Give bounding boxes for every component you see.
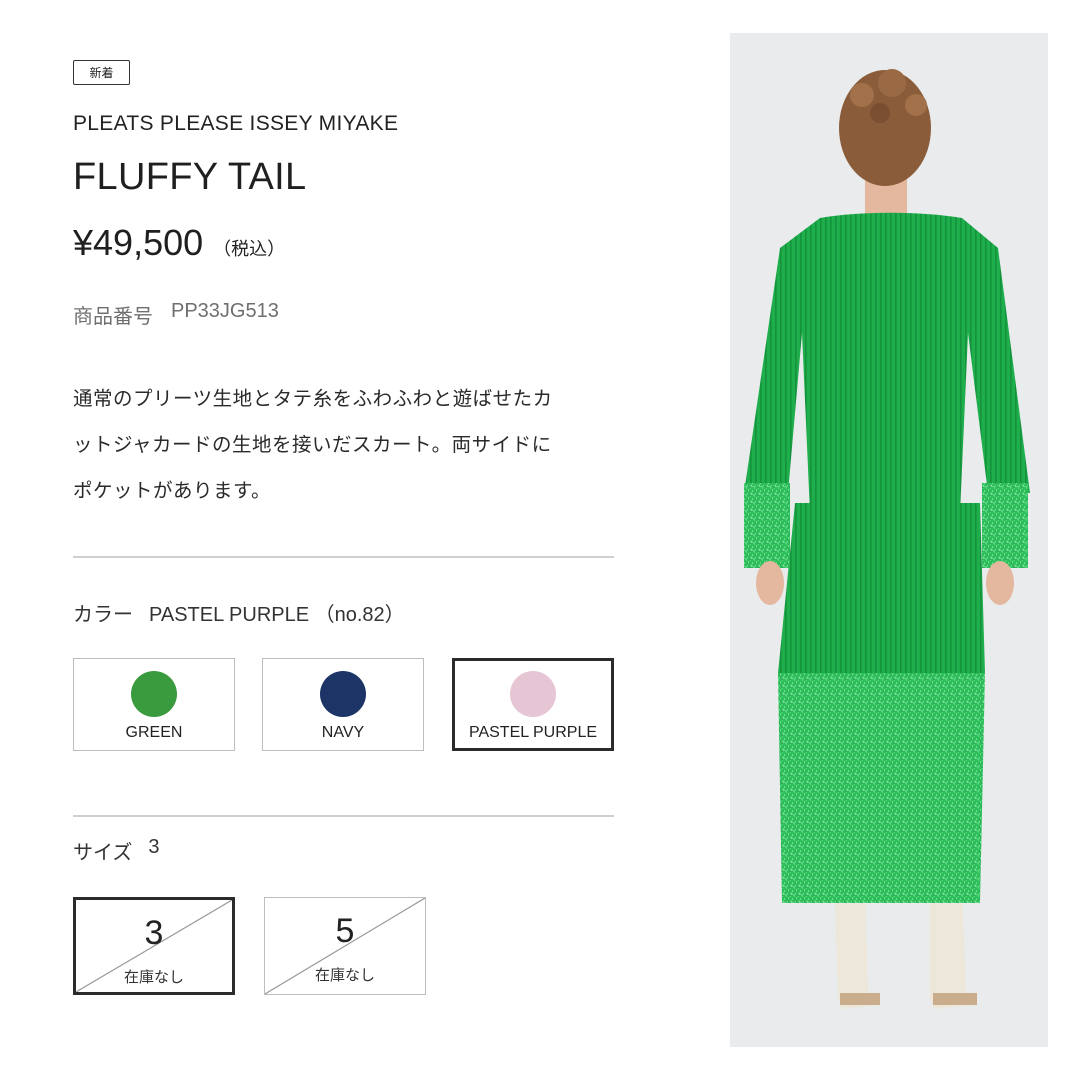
price-value: ¥49,500: [73, 222, 204, 263]
product-number: 商品番号 PP33JG513: [73, 300, 279, 329]
product-number-value: PP33JG513: [171, 300, 279, 322]
description-line: 通常のプリーツ生地とタテ糸をふわふわと遊ばせたカ: [73, 387, 553, 410]
selected-color: PASTEL PURPLE （no.82）: [149, 604, 405, 626]
stock-status: 在庫なし: [123, 968, 184, 986]
product-number-label: 商品番号: [73, 304, 153, 328]
color-option-green[interactable]: GREEN: [73, 658, 235, 751]
color-dot: [131, 671, 177, 717]
brand-name[interactable]: PLEATS PLEASE ISSEY MIYAKE: [73, 112, 398, 136]
price-tax-label: （税込）: [213, 239, 286, 260]
color-option-pastel-purple[interactable]: PASTEL PURPLE: [452, 658, 614, 751]
color-option-label: PASTEL PURPLE: [468, 724, 598, 741]
new-arrival-badge: 新着: [73, 60, 130, 85]
description-line: ットジャカードの生地を接いだスカート。両サイドに: [73, 433, 552, 456]
divider: [73, 815, 614, 817]
product-description: 通常のプリーツ生地とタテ糸をふわふわと遊ばせたカ ットジャカードの生地を接いだス…: [73, 376, 618, 514]
product-title: FLUFFY TAIL: [73, 156, 307, 198]
size-value: 5: [335, 912, 355, 950]
price: ¥49,500 （税込）: [73, 222, 285, 264]
model-image: [744, 69, 1030, 1009]
product-photo[interactable]: [730, 33, 1048, 1047]
color-option-label: NAVY: [321, 724, 365, 741]
color-option-navy[interactable]: NAVY: [262, 658, 424, 751]
color-label: カラー: [73, 602, 133, 626]
size-heading: サイズ 3: [73, 836, 160, 865]
size-option-5[interactable]: 5 在庫なし: [264, 897, 426, 995]
color-dot: [320, 671, 366, 717]
size-label: サイズ: [73, 840, 133, 864]
color-heading: カラー PASTEL PURPLE （no.82）: [73, 598, 405, 627]
size-value: 3: [144, 914, 164, 952]
color-option-label: GREEN: [125, 724, 183, 741]
selected-size: 3: [148, 836, 160, 858]
color-dot: [510, 671, 556, 717]
stock-status: 在庫なし: [314, 966, 375, 984]
divider: [73, 556, 614, 558]
size-option-3[interactable]: 3 在庫なし: [73, 897, 235, 995]
description-line: ポケットがあります。: [73, 479, 272, 502]
